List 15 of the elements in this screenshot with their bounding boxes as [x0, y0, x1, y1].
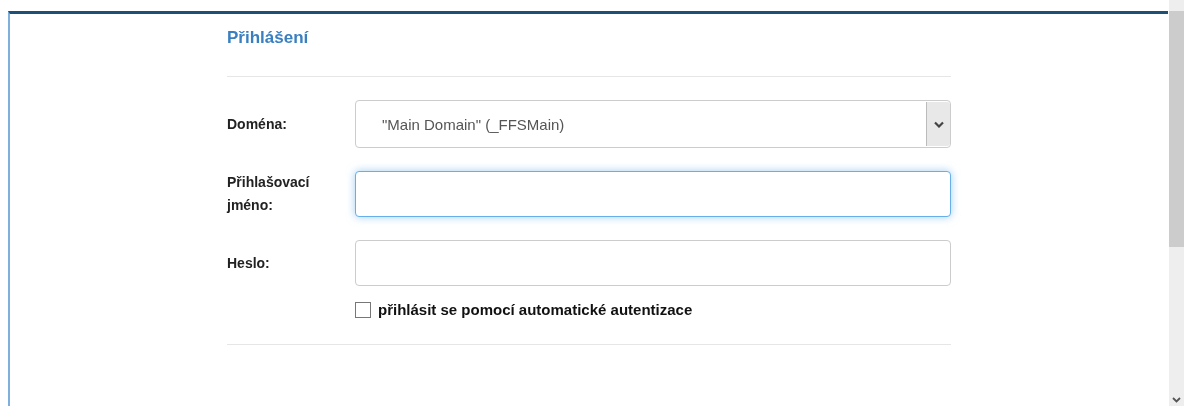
scrollbar-thumb[interactable] [1169, 11, 1184, 247]
scrollbar[interactable] [1169, 0, 1184, 406]
dropdown-button[interactable] [926, 102, 950, 146]
form-heading: Přihlášení [227, 28, 310, 48]
checkbox[interactable] [355, 301, 371, 318]
select-value: "Main Domain" (_FFSMain) [382, 115, 565, 133]
domain-select[interactable]: "Main Domain" (_FFSMain) [355, 100, 951, 148]
chevron-down-icon [933, 120, 944, 128]
field-label: Přihlašovací jméno: [227, 173, 311, 215]
password-field[interactable] [355, 240, 951, 286]
field-label: Heslo: [227, 253, 271, 273]
field-label: Doména: [227, 114, 288, 134]
scroll-down-icon[interactable] [1172, 397, 1181, 403]
checkbox-label[interactable]: přihlásit se pomocí automatické autentizace [378, 301, 693, 318]
username-field[interactable] [355, 171, 951, 217]
